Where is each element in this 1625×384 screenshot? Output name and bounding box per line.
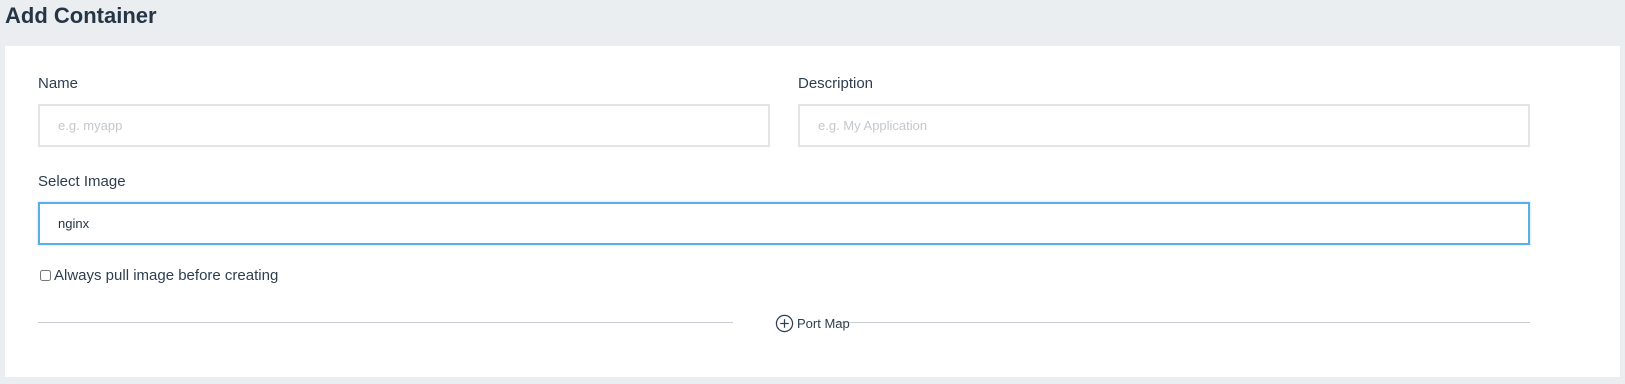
page-title: Add Container [5, 3, 157, 28]
always-pull-checkbox[interactable] [40, 269, 51, 281]
divider-right [835, 322, 1530, 323]
always-pull-label: Always pull image before creating [54, 266, 279, 284]
description-input[interactable] [798, 104, 1530, 147]
divider-left [38, 322, 733, 323]
plus-circle-icon [775, 314, 794, 332]
name-label: Name [38, 75, 79, 92]
description-label: Description [798, 75, 874, 92]
port-map-label: Port Map [797, 315, 850, 331]
always-pull-option[interactable]: Always pull image before creating [40, 265, 278, 285]
add-port-map-button[interactable]: Port Map [775, 312, 850, 334]
image-input[interactable] [38, 202, 1530, 245]
name-input[interactable] [38, 104, 770, 147]
add-container-form: Name Description Select Image Always pul… [5, 46, 1620, 377]
select-image-label: Select Image [38, 173, 126, 190]
